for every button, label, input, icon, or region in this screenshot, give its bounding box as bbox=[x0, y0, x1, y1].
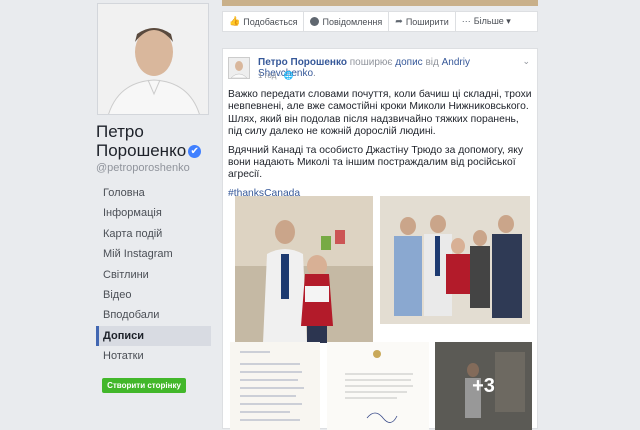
post-photo-official-letter[interactable] bbox=[327, 342, 429, 430]
post-paragraph-1: Важко передати словами почуття, коли бач… bbox=[228, 89, 532, 138]
page-nav: Головна Інформація Карта подій Мій Insta… bbox=[96, 183, 211, 367]
nav-item-events-map[interactable]: Карта подій bbox=[96, 224, 211, 244]
post-card: Петро Порошенко поширює допис від Andriy… bbox=[222, 48, 538, 430]
create-page-button[interactable]: Створити сторінку bbox=[102, 378, 186, 393]
profile-picture[interactable] bbox=[97, 3, 209, 115]
post-link[interactable]: допис bbox=[395, 57, 422, 68]
page-name[interactable]: Петро Порошенко ✔ bbox=[96, 122, 214, 160]
nav-item-home[interactable]: Головна bbox=[96, 183, 211, 203]
message-label: Повідомлення bbox=[322, 16, 383, 27]
more-button[interactable]: ⋯ Більше ▾ bbox=[456, 12, 517, 31]
post-timestamp[interactable]: 1 год bbox=[258, 71, 276, 80]
page-name-block: Петро Порошенко ✔ @petroporoshenko bbox=[96, 122, 214, 174]
like-button[interactable]: 👍 Подобається bbox=[223, 12, 305, 31]
nav-item-photos[interactable]: Світлини bbox=[96, 265, 211, 285]
post-body: Важко передати словами почуття, коли бач… bbox=[228, 89, 533, 200]
nav-item-instagram[interactable]: Мій Instagram bbox=[96, 244, 211, 264]
nav-item-about[interactable]: Інформація bbox=[96, 203, 211, 223]
post-author-avatar[interactable] bbox=[228, 57, 250, 79]
nav-item-likes[interactable]: Вподобали bbox=[96, 305, 211, 325]
post-author-link[interactable]: Петро Порошенко bbox=[258, 57, 347, 68]
post-header: Петро Порошенко поширює допис від Andriy… bbox=[258, 57, 470, 79]
post-photo-handwritten-letter[interactable] bbox=[230, 342, 320, 430]
from-text: від bbox=[425, 57, 439, 68]
nav-item-videos[interactable]: Відео bbox=[96, 285, 211, 305]
thumbs-up-icon: 👍 bbox=[229, 16, 241, 26]
more-dots-icon: ⋯ bbox=[461, 16, 471, 26]
cover-photo-strip bbox=[222, 0, 538, 6]
post-photo-more[interactable]: +3 bbox=[435, 342, 532, 430]
post-photo-1[interactable] bbox=[235, 196, 373, 343]
messenger-icon bbox=[310, 17, 320, 26]
nav-item-notes[interactable]: Нотатки bbox=[96, 346, 211, 366]
post-photo-2[interactable] bbox=[380, 196, 530, 324]
more-label: Більше ▾ bbox=[473, 16, 511, 26]
more-photos-overlay[interactable]: +3 bbox=[435, 342, 532, 430]
page-action-bar: 👍 Подобається Повідомлення ➦ Поширити ⋯ … bbox=[222, 11, 538, 32]
page-handle[interactable]: @petroporoshenko bbox=[96, 162, 214, 174]
nav-item-posts[interactable]: Дописи bbox=[96, 325, 211, 347]
post-paragraph-2: Вдячний Канаді та особисто Джастіну Трюд… bbox=[228, 144, 523, 181]
verified-badge-icon: ✔ bbox=[188, 145, 202, 159]
post-options-chevron-icon[interactable]: ⌄ bbox=[522, 56, 530, 67]
share-label: Поширити bbox=[405, 16, 449, 27]
message-button[interactable]: Повідомлення bbox=[304, 12, 390, 31]
like-label: Подобається bbox=[243, 16, 298, 27]
shared-text: поширює bbox=[349, 57, 393, 68]
page-name-text[interactable]: Петро Порошенко bbox=[96, 122, 186, 160]
share-arrow-icon: ➦ bbox=[395, 16, 403, 26]
globe-icon: 🌐 bbox=[283, 71, 294, 80]
post-meta: 1 год · 🌐 bbox=[258, 71, 294, 80]
share-button[interactable]: ➦ Поширити bbox=[389, 12, 456, 31]
